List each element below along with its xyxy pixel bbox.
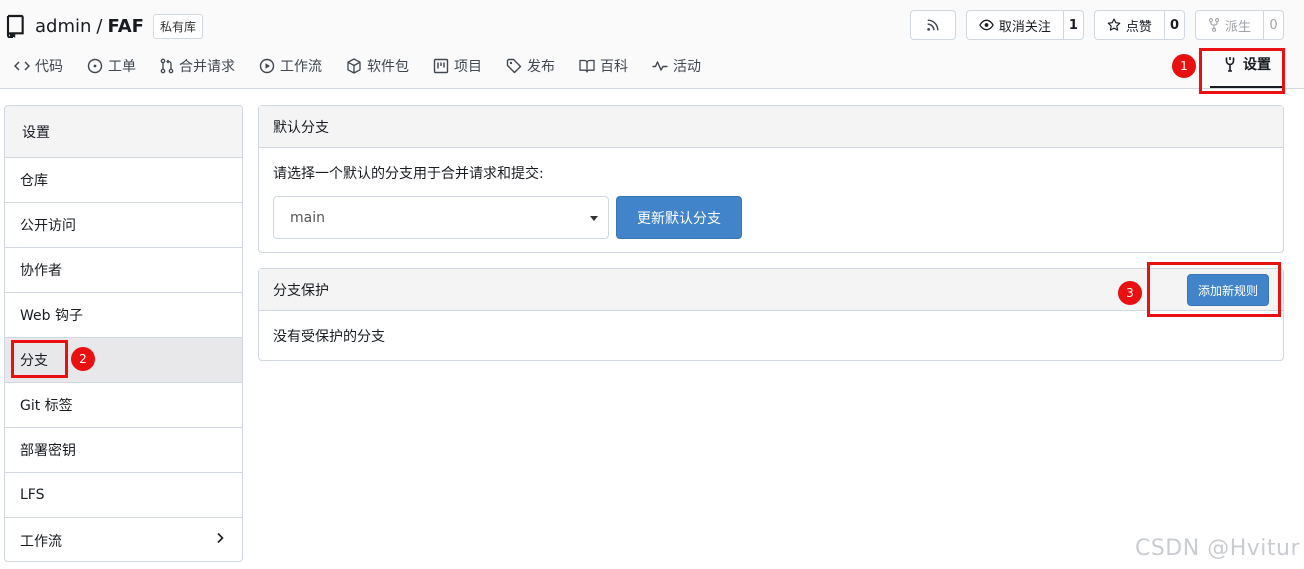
repo-actions: 取消关注 1 点赞 0 派生 0 (909, 10, 1284, 40)
tab-label: 项目 (454, 59, 482, 75)
repo-separator: / (96, 15, 103, 37)
star-count[interactable]: 0 (1163, 11, 1184, 39)
code-icon (14, 61, 30, 71)
tab-actions[interactable]: 工作流 (259, 56, 322, 76)
pulse-icon (652, 61, 668, 71)
tab-pull-requests[interactable]: 合并请求 (160, 56, 235, 76)
sidebar-item-lfs[interactable]: LFS (5, 473, 242, 518)
private-badge: 私有库 (152, 13, 203, 39)
repo-nav-tabs: 代码 工单 合并请求 工作流 软件包 项目 发布 百科 活动 (14, 50, 725, 82)
star-button[interactable]: 点赞 (1095, 11, 1164, 39)
unwatch-count[interactable]: 1 (1062, 11, 1083, 39)
eye-icon (979, 19, 994, 31)
settings-sidebar: 设置 仓库 公开访问 协作者 Web 钩子 分支 Git 标签 部署密钥 LFS… (4, 105, 243, 562)
repo-title: admin / FAF 私有库 (5, 12, 203, 40)
caret-down-icon (590, 216, 598, 221)
sidebar-item-public-access[interactable]: 公开访问 (5, 203, 242, 248)
chevron-right-icon (217, 532, 224, 544)
tab-label: 工作流 (280, 59, 322, 75)
sidebar-item-label: 协作者 (20, 263, 62, 279)
actions-icon (259, 58, 275, 74)
sidebar-item-deploy-keys[interactable]: 部署密钥 (5, 428, 242, 473)
annotation-marker-2: 2 (71, 347, 95, 371)
tab-label: 软件包 (367, 59, 409, 75)
sidebar-item-repository[interactable]: 仓库 (5, 158, 242, 203)
sidebar-item-label: Git 标签 (20, 398, 73, 414)
branch-protection-title: 分支保护 (273, 282, 329, 299)
annotation-box-settings (1199, 48, 1285, 94)
annotation-box-add-rule (1147, 262, 1281, 317)
pull-request-icon (160, 58, 174, 74)
sidebar-item-label: 部署密钥 (20, 443, 76, 459)
rss-button[interactable] (909, 10, 956, 40)
default-branch-title: 默认分支 (259, 106, 1283, 148)
tab-code[interactable]: 代码 (14, 56, 63, 76)
tab-activity[interactable]: 活动 (652, 56, 701, 76)
fork-button[interactable]: 派生 (1196, 11, 1263, 39)
tab-label: 百科 (600, 59, 628, 75)
default-branch-description: 请选择一个默认的分支用于合并请求和提交: (273, 166, 544, 182)
tab-label: 发布 (527, 59, 555, 75)
tab-label: 活动 (673, 59, 701, 75)
rss-icon (927, 19, 939, 31)
sidebar-item-label: LFS (20, 487, 45, 503)
repo-header: admin / FAF 私有库 取消关注 1 点赞 0 派生 0 代码 工单 合… (0, 0, 1304, 89)
tab-label: 合并请求 (179, 59, 235, 75)
project-icon (433, 58, 449, 74)
repo-icon (6, 14, 24, 38)
tab-issues[interactable]: 工单 (87, 56, 136, 76)
unwatch-label: 取消关注 (998, 19, 1051, 35)
sidebar-header: 设置 (5, 106, 242, 158)
repo-name-link[interactable]: FAF (107, 16, 143, 37)
fork-count[interactable]: 0 (1263, 11, 1283, 39)
tag-icon (506, 58, 522, 74)
default-branch-panel: 默认分支 请选择一个默认的分支用于合并请求和提交: main 更新默认分支 (258, 105, 1284, 253)
annotation-box-branches (11, 340, 68, 378)
fork-button-group: 派生 0 (1194, 10, 1284, 40)
package-icon (347, 58, 361, 74)
sidebar-item-actions[interactable]: 工作流 (5, 518, 242, 561)
sidebar-item-label: 公开访问 (20, 218, 76, 234)
tab-releases[interactable]: 发布 (506, 56, 555, 76)
star-label: 点赞 (1125, 19, 1152, 35)
unwatch-button-group: 取消关注 1 (965, 10, 1084, 40)
book-icon (579, 59, 595, 73)
sidebar-item-collaborators[interactable]: 协作者 (5, 248, 242, 293)
tab-projects[interactable]: 项目 (433, 56, 482, 76)
issue-icon (87, 58, 103, 74)
unwatch-button[interactable]: 取消关注 (967, 11, 1063, 39)
sidebar-item-label: 工作流 (20, 533, 62, 550)
watermark: CSDN @Hvitur (1134, 536, 1300, 561)
sidebar-item-label: 仓库 (20, 173, 48, 189)
star-icon (1107, 18, 1121, 31)
default-branch-body: 请选择一个默认的分支用于合并请求和提交: main 更新默认分支 (259, 148, 1283, 252)
tab-wiki[interactable]: 百科 (579, 56, 628, 76)
fork-icon (1208, 18, 1220, 32)
default-branch-select[interactable]: main (273, 196, 609, 239)
sidebar-item-label: Web 钩子 (20, 308, 83, 324)
sidebar-item-webhooks[interactable]: Web 钩子 (5, 293, 242, 338)
default-branch-selected: main (290, 209, 325, 226)
star-button-group: 点赞 0 (1093, 10, 1185, 40)
fork-label: 派生 (1224, 19, 1251, 35)
update-default-branch-button[interactable]: 更新默认分支 (616, 196, 742, 239)
tab-label: 代码 (35, 59, 63, 75)
sidebar-item-git-tags[interactable]: Git 标签 (5, 383, 242, 428)
tab-packages[interactable]: 软件包 (346, 56, 409, 76)
tab-label: 工单 (108, 59, 136, 75)
repo-owner-link[interactable]: admin (35, 16, 91, 37)
no-protected-branches-text: 没有受保护的分支 (273, 328, 385, 345)
annotation-marker-3: 3 (1118, 281, 1142, 305)
branch-protection-body: 没有受保护的分支 (259, 311, 1283, 360)
annotation-marker-1: 1 (1172, 54, 1196, 78)
